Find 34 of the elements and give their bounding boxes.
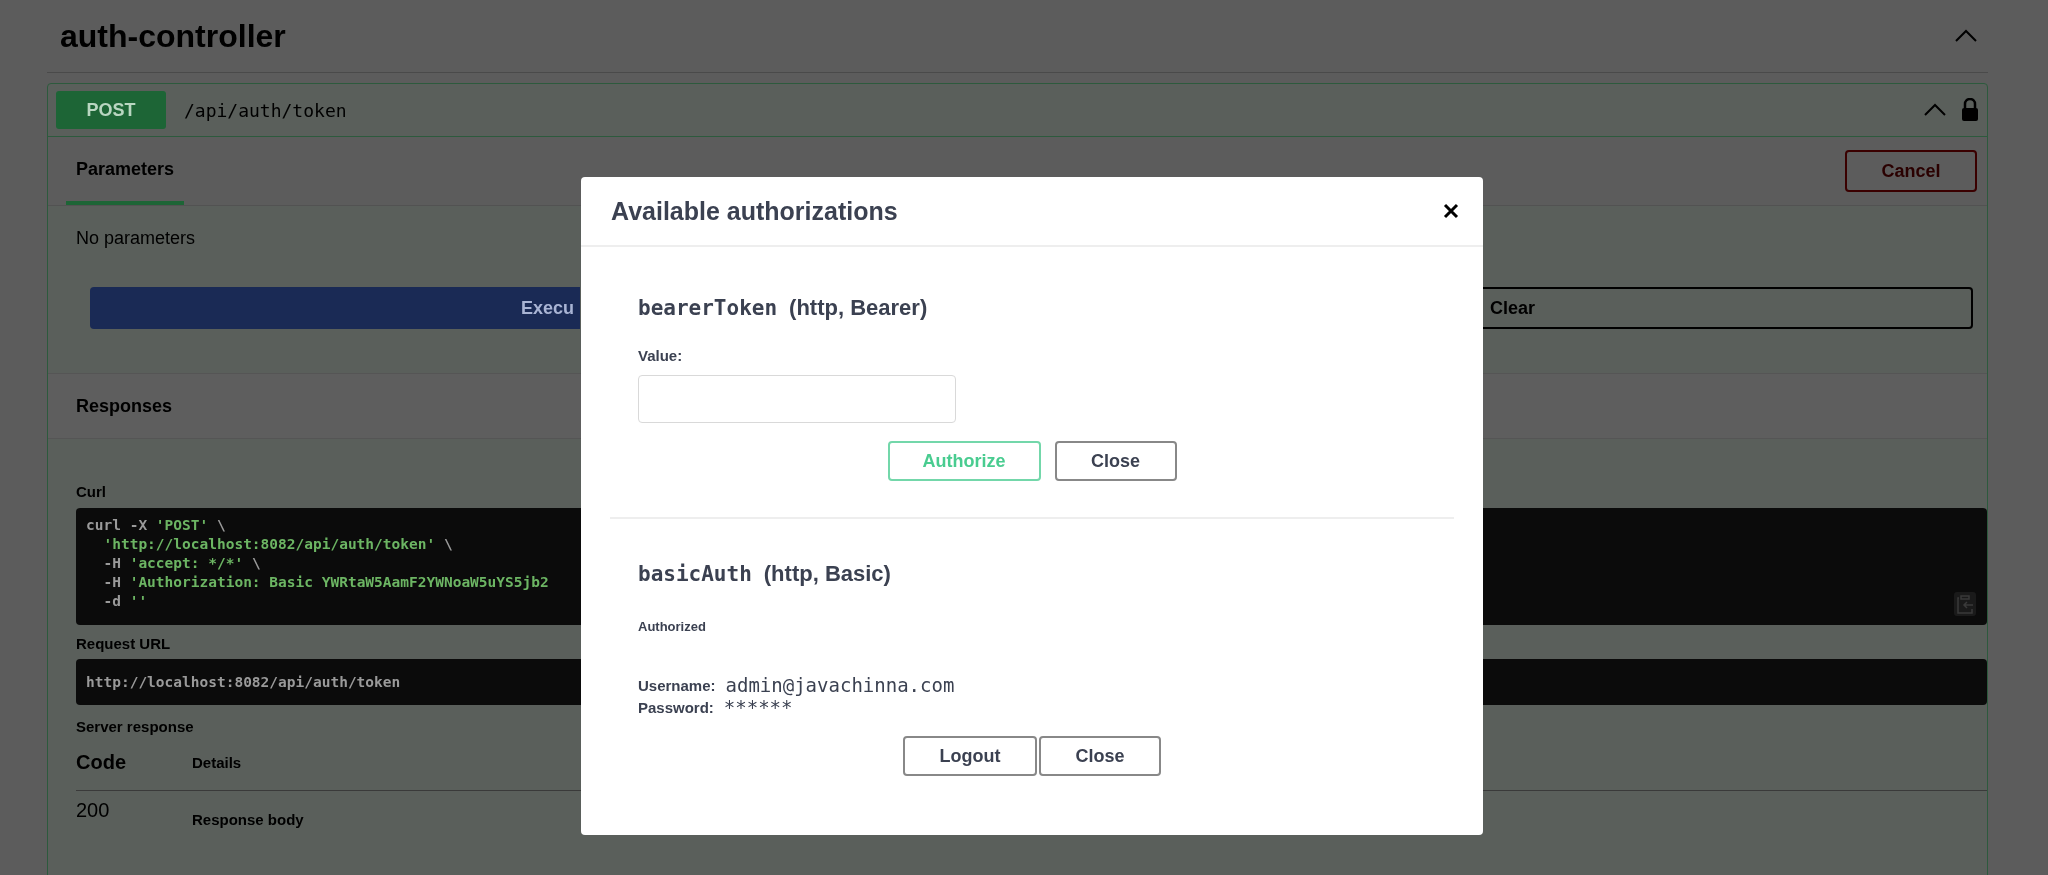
responses-heading: Responses xyxy=(76,395,173,417)
close-icon[interactable] xyxy=(1443,203,1459,219)
value-label: Value: xyxy=(638,347,684,364)
response-details: Response body xyxy=(192,810,304,828)
request-url-label: Request URL xyxy=(76,635,171,652)
server-response-label: Server response xyxy=(76,718,194,735)
token-input-field[interactable] xyxy=(638,375,956,423)
modal-button[interactable]: Logout xyxy=(903,736,1037,776)
response-code: 200 xyxy=(76,799,111,822)
column-header: Code xyxy=(76,751,127,774)
clear-button[interactable]: Clear xyxy=(1482,287,1973,329)
scheme-name: basicAuth xyxy=(638,562,752,586)
scheme-type: (http, Bearer) xyxy=(789,295,928,321)
field-label: Username: xyxy=(638,676,716,694)
endpoint-path[interactable]: /api/auth/token xyxy=(184,99,1905,121)
lock-icon[interactable] xyxy=(1961,98,1979,122)
field-value: admin@javachinna.com xyxy=(725,674,955,696)
copy-icon[interactable] xyxy=(1953,591,1977,617)
authorize-button[interactable]: Authorize xyxy=(887,441,1041,481)
parameters-tab[interactable]: Parameters xyxy=(66,137,185,205)
modal-button[interactable]: Close xyxy=(1054,441,1177,481)
collapse-icon[interactable] xyxy=(1954,29,1978,43)
scheme-type: (http, Basic) xyxy=(763,561,891,587)
column-header: Details xyxy=(192,754,242,771)
section-title: auth-controller xyxy=(60,17,286,55)
no-parameters-text: No parameters xyxy=(76,228,196,250)
modal-button[interactable]: Close xyxy=(1039,736,1161,776)
method-badge: POST xyxy=(56,91,166,129)
modal-title: Available authorizations xyxy=(611,196,898,226)
cancel-button[interactable]: Cancel xyxy=(1845,150,1977,192)
curl-label: Curl xyxy=(76,483,106,500)
scheme-name: bearerToken xyxy=(638,296,778,320)
collapse-icon[interactable] xyxy=(1923,103,1947,117)
execute-button[interactable]: Execu xyxy=(90,287,580,329)
